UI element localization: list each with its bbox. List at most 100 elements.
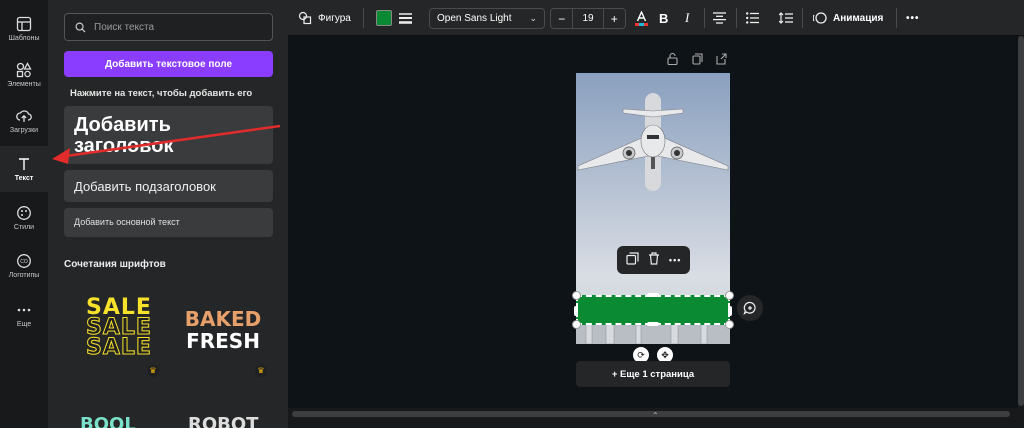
resize-handle-bottom[interactable] [647,322,659,326]
premium-crown-icon: ♛ [255,365,267,377]
font-family-value: Open Sans Light [437,13,512,24]
nav-label-elements: Элементы [7,81,41,88]
nav-item-templates[interactable]: Шаблоны [0,6,48,52]
resize-handle-top-left[interactable] [572,291,581,300]
left-nav: Шаблоны Элементы Загрузки Текст Стили CO… [0,0,48,428]
nav-item-elements[interactable]: Элементы [0,52,48,98]
selected-green-rectangle[interactable] [576,295,730,325]
bold-button[interactable]: B [659,0,668,36]
font-size-value[interactable]: 19 [572,9,604,28]
add-body-text-card[interactable]: Добавить основной текст [64,208,273,237]
animation-button[interactable]: Анимация [813,0,883,36]
click-to-add-hint: Нажмите на текст, чтобы добавить его [70,88,253,99]
italic-button[interactable]: I [685,0,689,36]
combo-sale-line-3: SALE [86,335,152,360]
more-pages-button[interactable]: + Еще 1 страница [576,361,730,387]
nav-item-logos[interactable]: CO Логотипы [0,243,48,289]
font-combo-robot[interactable]: ROBOT [188,414,258,428]
spacing-button[interactable] [779,0,793,36]
shape-label: Фигура [318,12,351,24]
duplicate-page-icon[interactable] [690,53,704,67]
templates-icon [16,16,32,32]
more-icon [17,308,31,312]
nav-item-styles[interactable]: Стили [0,195,48,241]
resize-handle-left[interactable] [574,306,578,316]
font-combo-baked-fresh[interactable]: BAKED FRESH [172,290,272,374]
upload-icon [16,110,32,122]
nav-label-more: Еще [16,321,32,328]
nav-label-text: Текст [14,175,34,182]
text-color-button[interactable] [635,0,648,36]
text-panel: Добавить текстовое поле Нажмите на текст… [48,0,288,428]
vertical-scrollbar [1018,36,1024,408]
add-body-text-label: Добавить основной текст [74,217,180,227]
nav-item-text[interactable]: Текст [0,146,48,192]
add-page-icon[interactable] [714,53,728,67]
more-options-button[interactable]: ••• [906,0,920,36]
add-subheading-card[interactable]: Добавить подзаголовок [64,170,273,202]
nav-label-styles: Стили [13,224,35,231]
align-center-icon [713,12,726,24]
font-size-increase-button[interactable]: + [604,12,625,26]
border-style-button[interactable] [399,0,412,36]
line-spacing-icon [779,12,793,24]
duplicate-icon[interactable] [625,252,639,268]
font-combo-sale[interactable]: SALE SALE SALE [68,290,168,374]
search-input[interactable] [94,21,264,33]
align-button[interactable] [713,0,726,36]
resize-handle-bottom-right[interactable] [725,320,734,329]
nav-label-templates: Шаблоны [8,35,40,42]
resize-handle-top-right[interactable] [725,291,734,300]
toolbar-divider [802,8,803,28]
toolbar-divider [736,8,737,28]
bullet-list-icon [746,12,759,24]
animation-label: Анимация [833,12,884,24]
search-box[interactable] [64,13,273,41]
app-root: Шаблоны Элементы Загрузки Текст Стили CO… [0,0,1024,428]
comment-icon [743,301,756,315]
resize-handle-bottom-left[interactable] [572,320,581,329]
add-comment-button[interactable] [737,295,763,321]
horizontal-scrollbar: ⌃ [288,408,1024,428]
text-color-icon [635,10,648,26]
shape-button[interactable]: Фигура [298,0,351,36]
horizontal-scrollbar-thumb[interactable] [292,411,1010,417]
font-combo-bool[interactable]: BOOL [80,414,136,428]
combo-baked-line: BAKED [184,307,262,331]
styles-icon [17,206,31,220]
font-size-stepper: − 19 + [550,8,626,29]
chevron-up-icon[interactable]: ⌃ [652,411,659,420]
border-style-icon [399,13,412,24]
animation-icon [813,12,827,24]
toolbar-divider [704,8,705,28]
context-more-button[interactable]: ••• [669,255,681,265]
premium-crown-icon: ♛ [147,365,159,377]
add-text-box-button[interactable]: Добавить текстовое поле [64,51,273,77]
element-context-menu: ••• [617,246,690,274]
lock-icon[interactable] [665,52,679,67]
nav-label-logos: Логотипы [8,272,40,279]
fill-color-button[interactable] [376,0,392,36]
font-family-select[interactable]: Open Sans Light ⌄ [429,8,545,29]
vertical-scrollbar-thumb[interactable] [1018,36,1024,406]
trash-icon[interactable] [648,252,660,268]
editor-toolbar: Фигура Open Sans Light ⌄ − 19 + B I Аним… [288,0,1024,36]
text-icon [19,158,29,170]
font-size-decrease-button[interactable]: − [551,12,572,26]
list-button[interactable] [746,0,759,36]
nav-item-uploads[interactable]: Загрузки [0,98,48,144]
svg-text:CO: CO [20,259,28,265]
logo-icon: CO [17,254,31,268]
resize-handle-right[interactable] [728,306,732,316]
chevron-down-icon: ⌄ [529,13,537,23]
search-icon [75,22,86,33]
nav-item-more[interactable]: Еще [0,292,48,338]
font-combos-title: Сочетания шрифтов [64,259,166,270]
resize-handle-top[interactable] [647,293,659,297]
toolbar-divider [363,8,364,28]
add-subheading-label: Добавить подзаголовок [74,179,216,194]
add-heading-card[interactable]: Добавить заголовок [64,106,273,164]
combo-fresh-line: FRESH [186,329,260,353]
toolbar-divider [896,8,897,28]
nav-label-uploads: Загрузки [9,127,39,134]
